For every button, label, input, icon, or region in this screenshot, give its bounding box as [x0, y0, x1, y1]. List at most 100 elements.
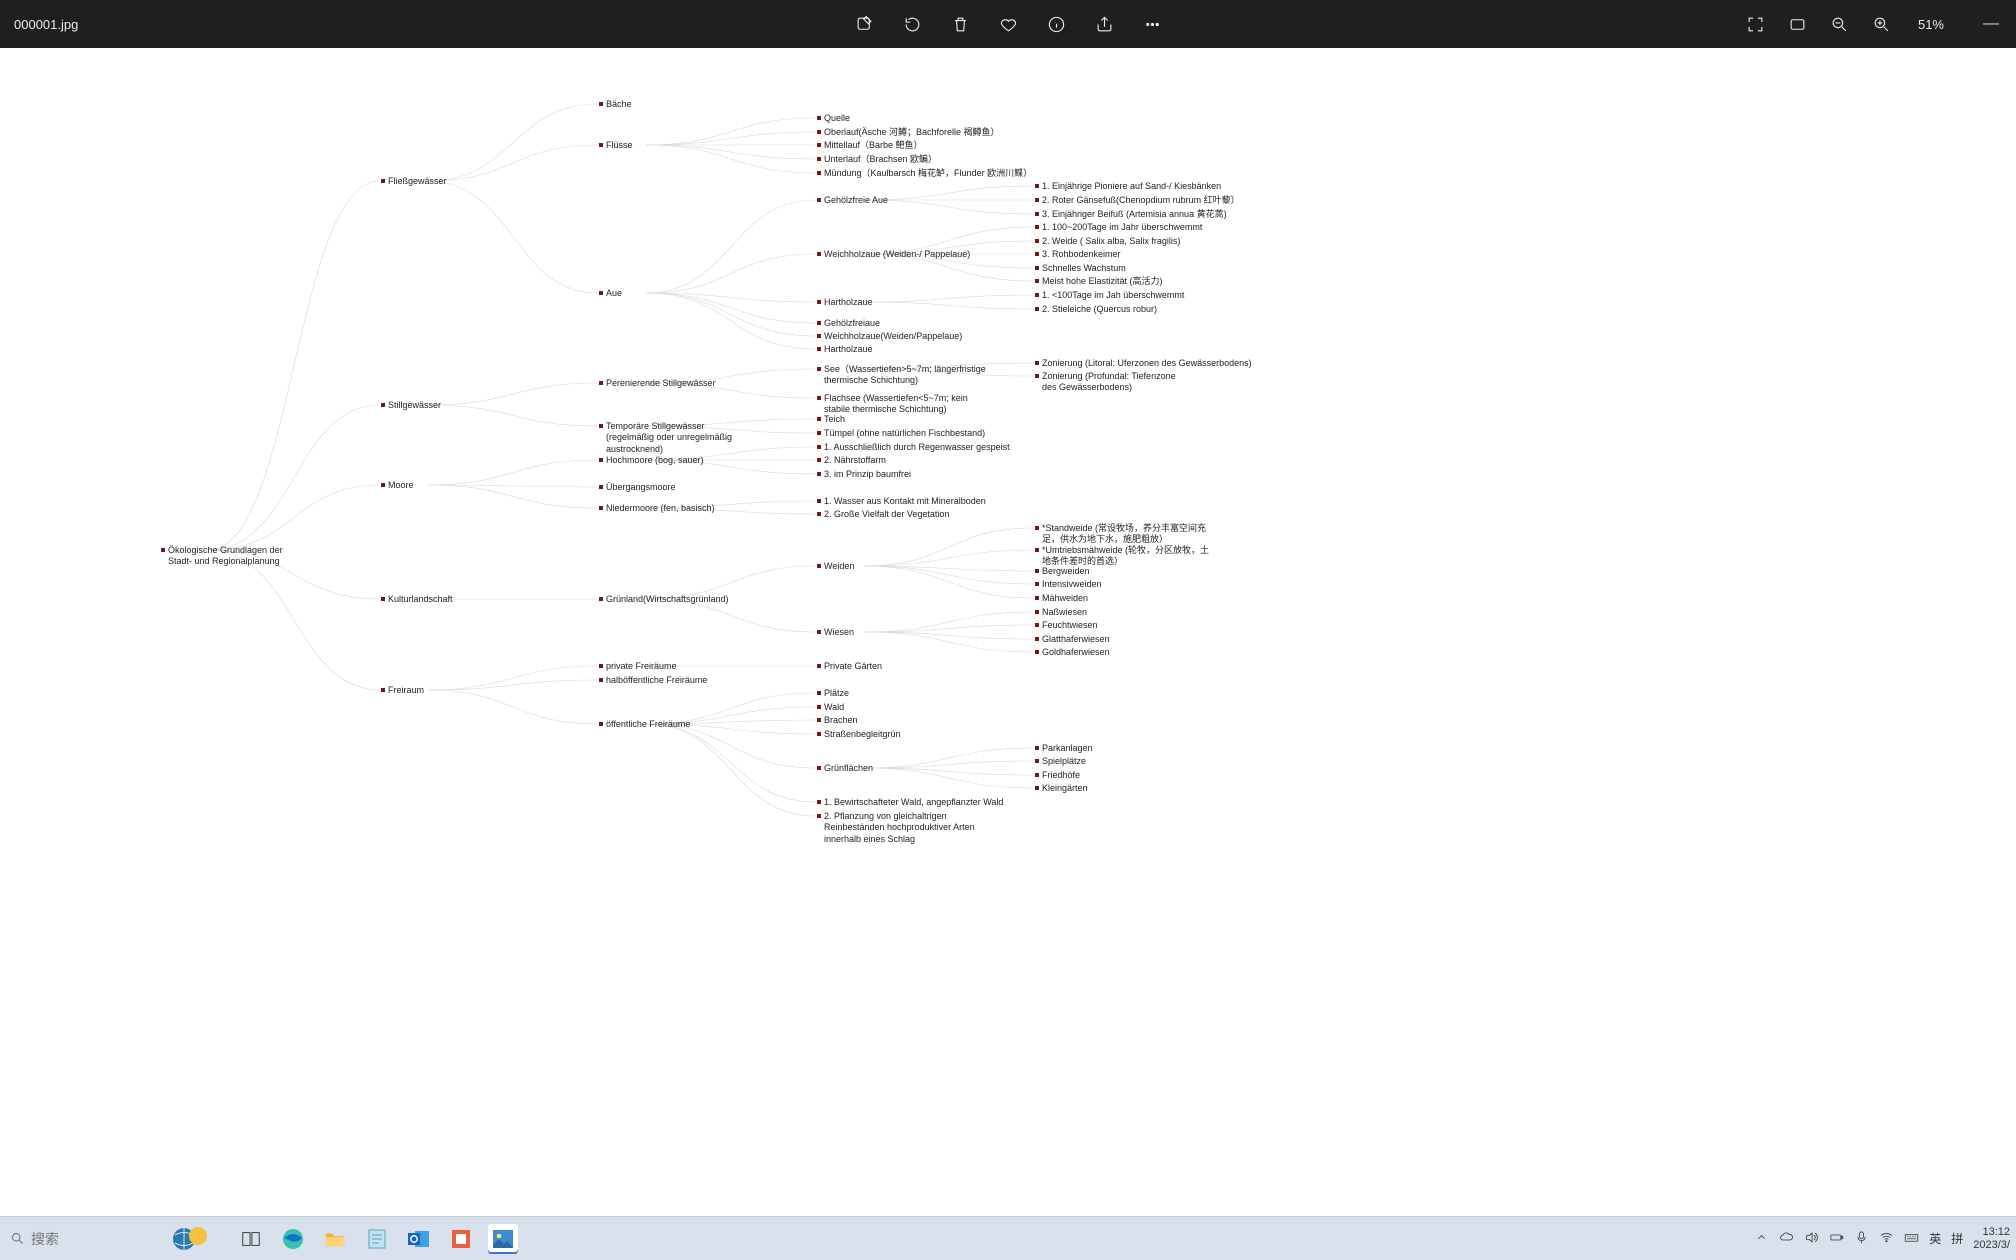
mindmap-node: 1. Wasser aus Kontakt mit Mineralboden [824, 496, 986, 507]
mindmap-node: Aue [606, 288, 622, 299]
mindmap-node: Bergweiden [1042, 566, 1090, 577]
mindmap-node: Mittellauf（Barbe 鲃鱼） [824, 140, 923, 151]
mindmap-node: Wiesen [824, 627, 854, 638]
search-input[interactable] [31, 1231, 131, 1247]
mindmap-node: 1. <100Tage im Jah überschwemmt [1042, 290, 1184, 301]
fit-icon[interactable] [1788, 14, 1808, 34]
right-toolbar: 51% — [1746, 14, 2008, 34]
mindmap-node: Hartholzaue [824, 344, 873, 355]
mindmap-node: 1. Bewirtschafteter Wald, angepflanzter … [824, 797, 1003, 808]
mindmap-node: Private Gärten [824, 661, 882, 672]
mindmap-node: Gehölzfreie Aue [824, 195, 888, 206]
mindmap-node: Temporäre Stillgewässer (regelmäßig oder… [606, 421, 746, 455]
volume-icon[interactable] [1804, 1230, 1819, 1248]
clock[interactable]: 13:12 2023/3/ [1973, 1226, 2010, 1250]
ime-language[interactable]: 英 [1929, 1230, 1941, 1247]
fullscreen-icon[interactable] [1746, 14, 1766, 34]
mindmap-node: private Freiräume [606, 661, 677, 672]
rotate-icon[interactable] [902, 14, 922, 34]
favorite-icon[interactable] [998, 14, 1018, 34]
mindmap-node: Tümpel (ohne natürlichen Fischbestand) [824, 428, 985, 439]
mindmap-node: Grünflächen [824, 763, 873, 774]
mindmap-node: Bäche [606, 99, 632, 110]
powerpoint-icon[interactable] [446, 1224, 476, 1254]
edit-icon[interactable] [854, 14, 874, 34]
mindmap-node: Flachsee (Wassertiefen<5~7m; kein stabil… [824, 393, 974, 416]
share-icon[interactable] [1094, 14, 1114, 34]
mindmap-node: Gehölzfreiaue [824, 318, 880, 329]
mindmap-node: Plätze [824, 688, 849, 699]
notepad-icon[interactable] [362, 1224, 392, 1254]
onedrive-icon[interactable] [1779, 1230, 1794, 1248]
mindmap-node: Kleingärten [1042, 783, 1088, 794]
search-icon [10, 1231, 25, 1246]
mindmap-node: 2. Stieleiche (Quercus robur) [1042, 304, 1157, 315]
mindmap-node: Goldhaferwiesen [1042, 647, 1110, 658]
wifi-icon[interactable] [1879, 1230, 1894, 1248]
delete-icon[interactable] [950, 14, 970, 34]
mindmap-node: 2. Weide ( Salix alba, Salix fragilis) [1042, 236, 1180, 247]
zoom-level: 51% [1918, 17, 1944, 32]
mindmap-node: Weiden [824, 561, 854, 572]
mindmap-node: Zonierung (Litoral: Uferzonen des Gewäss… [1042, 358, 1252, 369]
mindmap-node: Hartholzaue [824, 297, 873, 308]
mindmap-node: Fließgewässer [388, 176, 447, 187]
mindmap-node: 1. 100~200Tage im Jahr überschwemmt [1042, 222, 1202, 233]
mic-icon[interactable] [1854, 1230, 1869, 1248]
mindmap-node: 1. Einjährige Pioniere auf Sand-/ Kiesbä… [1042, 181, 1221, 192]
mindmap-node: Straßenbegleitgrün [824, 729, 901, 740]
zoom-in-icon[interactable] [1872, 14, 1892, 34]
mindmap-node: Stillgewässer [388, 400, 441, 411]
tray-chevron-icon[interactable] [1754, 1230, 1769, 1248]
ime-mode[interactable]: 拼 [1951, 1230, 1963, 1247]
edge-icon[interactable] [278, 1224, 308, 1254]
mindmap-node: Wald [824, 702, 844, 713]
titlebar: 000001.jpg 51% — [0, 0, 2016, 48]
mindmap-node: Übergangsmoore [606, 482, 676, 493]
clock-time: 13:12 [1973, 1226, 2010, 1238]
taskview-icon[interactable] [236, 1224, 266, 1254]
mindmap-node: 2. Nährstoffarm [824, 455, 886, 466]
photos-icon[interactable] [488, 1224, 518, 1254]
mindmap-node: Niedermoore (fen, basisch) [606, 503, 715, 514]
mindmap-node: *Standweide (常设牧场，养分丰富空间充足，供水为地下水，施肥粗放） [1042, 523, 1212, 546]
keyboard-icon[interactable] [1904, 1230, 1919, 1248]
battery-icon[interactable] [1829, 1230, 1844, 1248]
mindmap-node: Hochmoore (bog, sauer) [606, 455, 704, 466]
mindmap-node: Glatthaferwiesen [1042, 634, 1110, 645]
mindmap-node: Weichholzaue (Weiden-/ Pappelaue) [824, 249, 970, 260]
mindmap-connectors [0, 48, 2016, 1216]
mindmap-node: 3. im Prinzip baumfrei [824, 469, 911, 480]
search-box[interactable] [0, 1223, 150, 1255]
mindmap-node: Zonierung (Profundal: Tiefenzone des Gew… [1042, 371, 1182, 394]
more-icon[interactable] [1142, 14, 1162, 34]
mindmap-node: Teich [824, 414, 845, 425]
image-canvas[interactable]: Ökologische Grundlagen der Stadt- und Re… [0, 48, 2016, 1216]
mindmap-node: Brachen [824, 715, 858, 726]
explorer-icon[interactable] [320, 1224, 350, 1254]
minimize-button[interactable]: — [1974, 15, 2008, 33]
zoom-out-icon[interactable] [1830, 14, 1850, 34]
mindmap-node: Kulturlandschaft [388, 594, 453, 605]
mindmap-node: See（Wassertiefen>5~7m; längerfristige th… [824, 364, 994, 387]
filename: 000001.jpg [14, 17, 78, 32]
mindmap-node: Parkanlagen [1042, 743, 1093, 754]
mindmap-node: Ökologische Grundlagen der Stadt- und Re… [168, 545, 298, 568]
mindmap-node: *Umtriebsmähweide (轮牧，分区放牧，土地条件差时的首选） [1042, 545, 1212, 568]
mindmap-node: Flüsse [606, 140, 633, 151]
news-widget[interactable] [156, 1221, 226, 1257]
mindmap-node: Naßwiesen [1042, 607, 1087, 618]
mindmap-node: öffentliche Freiräume [606, 719, 690, 730]
mindmap-node: Intensivweiden [1042, 579, 1102, 590]
mindmap-node: 2. Pflanzung von gleichaltrigen Reinbest… [824, 811, 984, 845]
system-tray: 英 拼 13:12 2023/3/ [1754, 1226, 2016, 1250]
mindmap-node: Unterlauf（Brachsen 欧鳊） [824, 154, 937, 165]
taskbar-apps [236, 1224, 518, 1254]
mindmap-node: Quelle [824, 113, 850, 124]
outlook-icon[interactable] [404, 1224, 434, 1254]
mindmap-node: 2. Roter Gänsefuß(Chenopdium rubrum 红叶藜） [1042, 195, 1240, 206]
clock-date: 2023/3/ [1973, 1239, 2010, 1251]
taskbar: 英 拼 13:12 2023/3/ [0, 1216, 2016, 1260]
info-icon[interactable] [1046, 14, 1066, 34]
mindmap-node: Spielplätze [1042, 756, 1086, 767]
